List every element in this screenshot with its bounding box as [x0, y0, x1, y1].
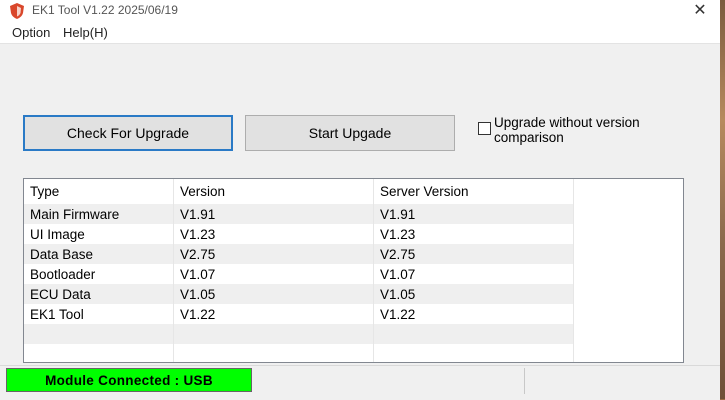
empty-cell [24, 324, 174, 344]
cell-version: V1.91 [174, 204, 374, 224]
column-header-server-version[interactable]: Server Version [374, 179, 574, 204]
cell-version: V1.22 [174, 304, 374, 324]
menu-help[interactable]: Help(H) [63, 25, 108, 40]
check-for-upgrade-label: Check For Upgrade [66, 125, 190, 141]
cell-version: V1.05 [174, 284, 374, 304]
menu-option[interactable]: Option [12, 25, 50, 40]
cell-server-version: V1.91 [374, 204, 574, 224]
cell-type: Data Base [24, 244, 174, 264]
empty-row [24, 344, 574, 362]
table-header: Type Version Server Version [24, 179, 574, 204]
start-upgrade-label: Start Upgade [308, 125, 392, 141]
empty-row [24, 324, 574, 344]
cell-type: ECU Data [24, 284, 174, 304]
no-version-compare-checkbox[interactable] [478, 122, 491, 135]
cell-version: V2.75 [174, 244, 374, 264]
cell-type: Main Firmware [24, 204, 174, 224]
empty-cell [374, 324, 574, 344]
cell-type: UI Image [24, 224, 174, 244]
start-upgrade-button[interactable]: Start Upgade [245, 115, 455, 151]
cell-type: EK1 Tool [24, 304, 174, 324]
table-row[interactable]: EK1 Tool V1.22 V1.22 [24, 304, 574, 324]
menu-bar: Option Help(H) [0, 22, 720, 44]
column-header-type[interactable]: Type [24, 179, 174, 204]
close-button[interactable]: ✕ [686, 0, 714, 22]
table-row[interactable]: Data Base V2.75 V2.75 [24, 244, 574, 264]
cell-version: V1.07 [174, 264, 374, 284]
empty-cell [174, 324, 374, 344]
cell-type: Bootloader [24, 264, 174, 284]
status-divider [524, 368, 525, 394]
connection-status: Module Connected : USB [6, 368, 252, 392]
desktop-background [720, 0, 725, 399]
app-window: EK1 Tool V1.22 2025/06/19 ✕ Option Help(… [0, 0, 720, 400]
cell-server-version: V1.23 [374, 224, 574, 244]
check-for-upgrade-button[interactable]: Check For Upgrade [23, 115, 233, 151]
no-version-compare-label: Upgrade without version comparison [494, 115, 640, 145]
title-bar: EK1 Tool V1.22 2025/06/19 ✕ [0, 0, 720, 22]
status-bar: Module Connected : USB [0, 365, 720, 400]
app-shield-icon [10, 3, 24, 19]
cell-server-version: V1.07 [374, 264, 574, 284]
window-title: EK1 Tool V1.22 2025/06/19 [32, 3, 178, 17]
column-header-version[interactable]: Version [174, 179, 374, 204]
empty-cell [374, 344, 574, 362]
table-row[interactable]: ECU Data V1.05 V1.05 [24, 284, 574, 304]
cell-version: V1.23 [174, 224, 374, 244]
table-row[interactable]: Bootloader V1.07 V1.07 [24, 264, 574, 284]
empty-cell [174, 344, 374, 362]
cell-server-version: V1.22 [374, 304, 574, 324]
table-row[interactable]: UI Image V1.23 V1.23 [24, 224, 574, 244]
table-row[interactable]: Main Firmware V1.91 V1.91 [24, 204, 574, 224]
version-table[interactable]: Type Version Server Version Main Firmwar… [23, 178, 684, 363]
cell-server-version: V1.05 [374, 284, 574, 304]
cell-server-version: V2.75 [374, 244, 574, 264]
empty-cell [24, 344, 174, 362]
close-icon: ✕ [693, 2, 707, 19]
